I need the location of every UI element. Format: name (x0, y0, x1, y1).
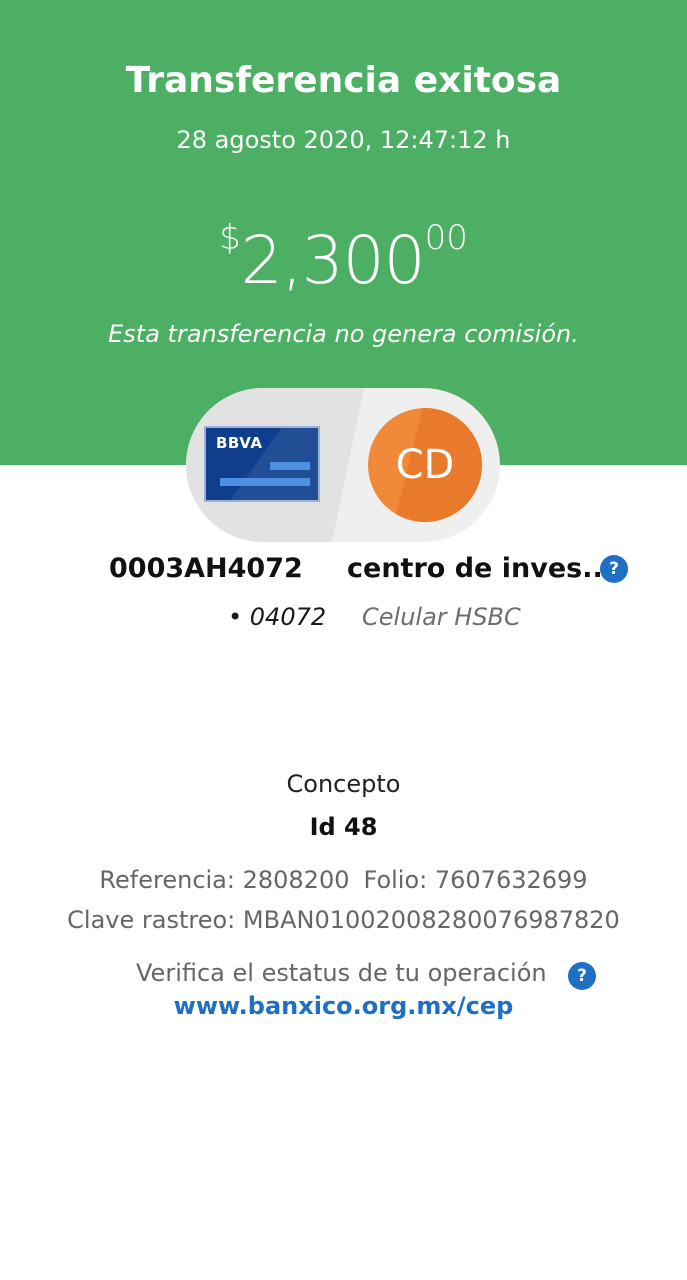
transfer-datetime: 28 agosto 2020, 12:47:12 h (176, 126, 511, 154)
avatar-initials: CD (395, 442, 455, 488)
recipient-avatar: CD (368, 408, 482, 522)
verify-status-text: Verifica el estatus de tu operación (136, 959, 547, 987)
reference-number: Referencia: 2808200 (99, 866, 350, 894)
question-mark-icon[interactable]: ? (568, 962, 596, 990)
origin-account-detail: • 04072 (228, 603, 327, 631)
bank-logo-text: BBVA (216, 434, 263, 452)
amount-integer: 2,300 (240, 222, 426, 299)
concept-value: Id 48 (309, 813, 378, 841)
recipient-name: centro de inves... (347, 553, 613, 584)
reference-line: Referencia: 2808200 Folio: 7607632699 (0, 866, 687, 894)
tracking-key: Clave rastreo: MBAN01002008280076987820 (67, 906, 620, 934)
page-title: Transferencia exitosa (125, 60, 562, 101)
origin-account-id: 0003AH4072 (109, 553, 303, 584)
commission-note: Esta transferencia no genera comisión. (108, 320, 579, 348)
concept-label: Concepto (286, 770, 401, 798)
amount-currency: $ (219, 218, 241, 258)
card-stripe (220, 478, 310, 486)
bank-card-icon: BBVA (204, 426, 320, 502)
card-stripe (270, 462, 310, 470)
amount-decimals: 00 (424, 218, 468, 258)
recipient-detail: Celular HSBC (362, 603, 521, 631)
transfer-parties-pill: BBVA CD (186, 388, 500, 542)
banxico-cep-link[interactable]: www.banxico.org.mx/cep (0, 992, 687, 1020)
folio-number: Folio: 7607632699 (363, 866, 588, 894)
transfer-amount: $2,30000 (0, 218, 687, 299)
question-mark-icon[interactable]: ? (600, 555, 628, 583)
